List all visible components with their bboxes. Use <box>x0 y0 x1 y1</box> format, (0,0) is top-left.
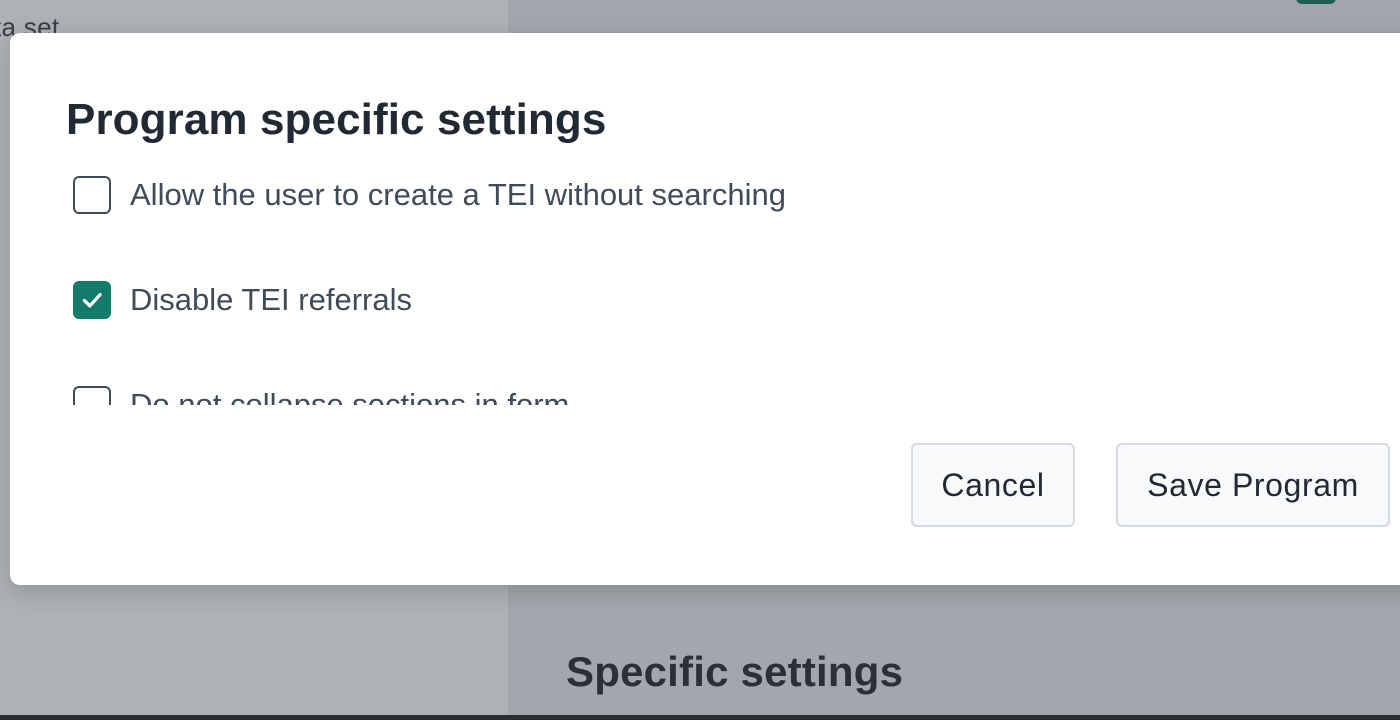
option-label: Allow the user to create a TEI without s… <box>130 177 786 212</box>
checkmark-icon <box>82 292 102 308</box>
options-scroll-area[interactable]: Allow the user to create a TEI without s… <box>10 163 1110 405</box>
dialog-title: Program specific settings <box>66 95 607 144</box>
cancel-button[interactable]: Cancel <box>911 443 1075 527</box>
save-program-button[interactable]: Save Program <box>1116 443 1390 527</box>
option-do-not-collapse-sections[interactable]: Do not collapse sections in form <box>73 383 569 405</box>
background-section-heading: Specific settings <box>566 648 904 695</box>
bottom-edge-strip <box>0 715 1400 720</box>
option-label: Disable TEI referrals <box>130 282 412 317</box>
option-do-not-collapse-sections-checkbox[interactable] <box>73 386 111 405</box>
option-allow-create-tei[interactable]: Allow the user to create a TEI without s… <box>73 173 786 217</box>
option-disable-tei-referrals-checkbox[interactable] <box>73 281 111 319</box>
option-disable-tei-referrals[interactable]: Disable TEI referrals <box>73 278 412 322</box>
background-checkbox <box>1296 0 1336 4</box>
option-label: Do not collapse sections in form <box>130 387 570 405</box>
option-allow-create-tei-checkbox[interactable] <box>73 176 111 214</box>
program-settings-dialog: Program specific settings Allow the user… <box>10 33 1400 585</box>
